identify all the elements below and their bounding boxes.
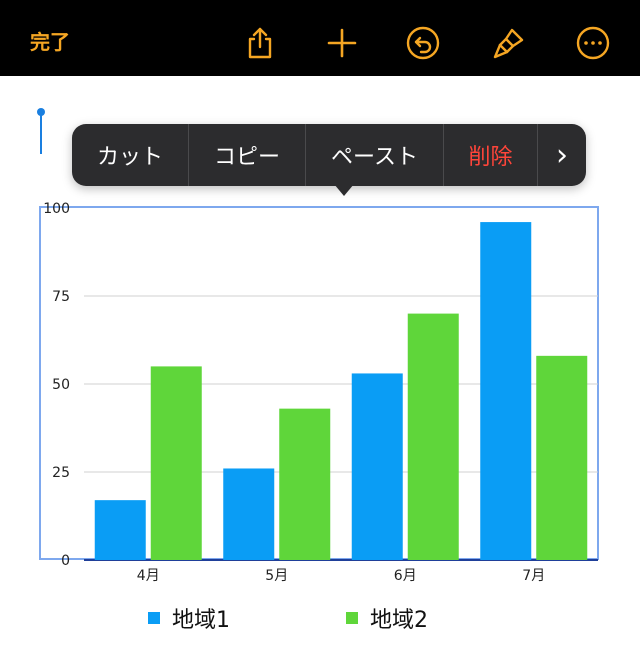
y-tick-label: 75 bbox=[52, 289, 70, 305]
bar bbox=[94, 500, 146, 560]
bar bbox=[407, 313, 459, 560]
legend-swatch bbox=[148, 612, 160, 624]
x-tick-label: 7月 bbox=[522, 568, 545, 584]
bar bbox=[480, 222, 532, 560]
y-tick-label: 0 bbox=[61, 553, 70, 569]
x-tick-label: 6月 bbox=[394, 568, 417, 584]
legend-swatch bbox=[346, 612, 358, 624]
legend-item-series-2: 地域2 bbox=[346, 602, 428, 634]
y-tick-label: 50 bbox=[52, 377, 70, 393]
legend-item-series-1: 地域1 bbox=[148, 602, 230, 634]
x-tick-label: 4月 bbox=[137, 568, 160, 584]
bar-chart[interactable]: 0 25 50 75 100 4月 5月 6月 7月 bbox=[0, 0, 640, 600]
x-tick-label: 5月 bbox=[265, 568, 288, 584]
legend-label: 地域1 bbox=[172, 608, 230, 633]
bar bbox=[536, 355, 588, 560]
bar bbox=[150, 366, 202, 560]
bar bbox=[351, 373, 403, 560]
y-tick-label: 25 bbox=[52, 465, 70, 481]
y-tick-label: 100 bbox=[43, 201, 70, 217]
bar bbox=[223, 468, 275, 560]
legend-label: 地域2 bbox=[370, 608, 428, 633]
bar bbox=[279, 408, 331, 560]
